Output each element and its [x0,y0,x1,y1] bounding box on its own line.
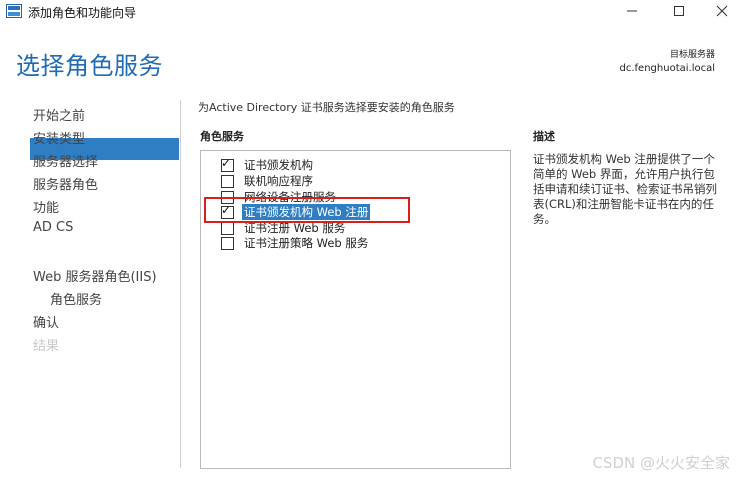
sidebar-item[interactable]: 确认 [33,312,59,331]
minimize-icon [627,10,637,12]
description-header: 描述 [533,130,555,143]
sidebar-item[interactable]: 服务器选择 [33,151,98,170]
maximize-button[interactable] [659,0,699,22]
role-checkbox[interactable] [221,236,234,250]
watermark: CSDN @火火安全家 [592,454,730,472]
target-server-label: 目标服务器 [669,50,715,60]
maximize-icon [674,6,684,16]
sidebar-item[interactable]: 安装类型 [33,128,85,147]
target-server-name: dc.fenghuotai.local [619,63,715,74]
sidebar-item[interactable]: 角色服务 [50,289,102,308]
description-text: 证书颁发机构 Web 注册提供了一个简单的 Web 界面，允许用户执行包括申请和… [533,152,717,226]
server-manager-icon [6,4,22,18]
sidebar-item[interactable]: 服务器角色 [33,174,98,193]
target-server-info: 目标服务器 dc.fenghuotai.local [620,48,715,76]
sidebar-item[interactable]: AD CS [33,220,73,235]
annotation-highlight-box [204,197,410,223]
window-title: 添加角色和功能向导 [28,6,137,20]
role-label: 联机响应程序 [244,174,313,188]
instruction-text: 为Active Directory 证书服务选择要安装的角色服务 [198,101,455,114]
sidebar-item[interactable]: 功能 [33,197,59,216]
nav-divider [180,100,181,468]
sidebar-item: 结果 [33,339,60,354]
close-icon [716,5,728,17]
role-option[interactable]: 联机响应程序 [221,173,315,189]
role-label: 证书注册策略 Web 服务 [244,236,369,250]
role-checkbox[interactable]: ✓ [221,155,234,172]
sidebar-item[interactable]: Web 服务器角色(IIS) [33,266,157,285]
title-bar: 添加角色和功能向导 [0,0,740,22]
role-checkbox[interactable] [221,221,234,235]
minimize-button[interactable] [612,0,652,22]
sidebar-item[interactable]: 开始之前 [33,105,85,124]
role-label: 证书颁发机构 [244,158,313,172]
roles-header: 角色服务 [200,130,244,143]
role-option[interactable]: 证书注册策略 Web 服务 [221,235,370,251]
checkmark-icon: ✓ [221,155,232,170]
role-option[interactable]: ✓ 证书颁发机构 [221,155,315,173]
sidebar-item[interactable]: 角色服务 [50,243,102,262]
role-checkbox[interactable] [221,174,234,188]
page-title: 选择角色服务 [16,52,163,80]
close-button[interactable] [702,0,740,22]
